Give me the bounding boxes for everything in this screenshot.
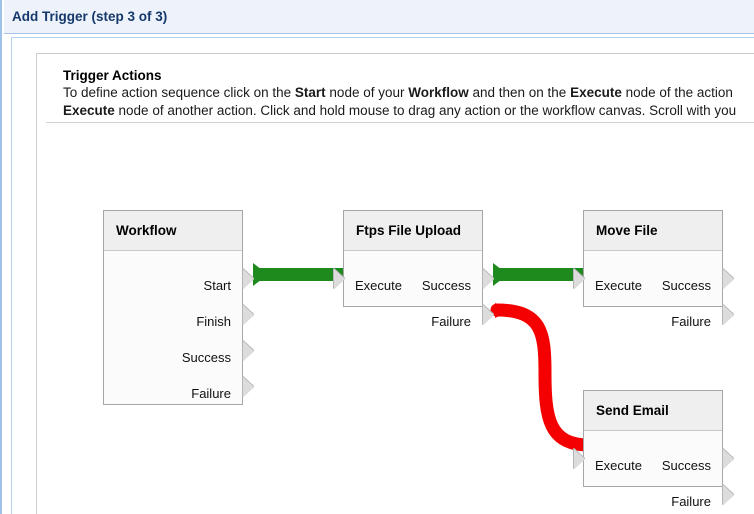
workflow-canvas[interactable]: Workflow Start Finish Success Failure Ft… xyxy=(37,123,754,514)
node-ftps-file-upload-port-success-label: Success xyxy=(421,278,471,293)
instructions-line1-workflow-keyword: Workflow xyxy=(408,85,469,100)
window-titlebar: Add Trigger (step 3 of 3) xyxy=(4,0,754,34)
node-send-email-port-failure[interactable] xyxy=(723,485,734,505)
trigger-actions-panel: Trigger Actions To define action sequenc… xyxy=(36,53,754,514)
link-ftps-success-to-move-file-execute xyxy=(493,263,583,286)
node-move-file-body: Execute Success Failure xyxy=(584,251,722,329)
node-move-file-port-failure[interactable] xyxy=(723,305,734,325)
node-move-file-port-failure-label: Failure xyxy=(671,314,711,329)
instructions-line1-part-e: and then on the xyxy=(468,85,571,100)
node-move-file-port-success-label: Success xyxy=(661,278,711,293)
node-ftps-file-upload-body: Execute Success Failure xyxy=(344,251,482,329)
node-move-file[interactable]: Move File Execute Success Failure xyxy=(574,210,734,329)
node-send-email-title: Send Email xyxy=(584,391,722,431)
node-move-file-port-execute-label: Execute xyxy=(595,278,642,293)
instructions-line-1: To define action sequence click on the S… xyxy=(63,84,754,102)
node-workflow-port-failure[interactable] xyxy=(243,377,254,397)
node-send-email-port-success[interactable] xyxy=(723,449,734,469)
instructions-line-2: Execute node of another action. Click an… xyxy=(63,102,754,120)
node-send-email[interactable]: Send Email Execute Success Failure xyxy=(574,390,734,509)
node-workflow-port-finish[interactable] xyxy=(243,305,254,325)
node-workflow-port-success-label: Success xyxy=(181,350,231,365)
instructions-line1-start-keyword: Start xyxy=(294,85,326,100)
node-send-email-port-execute-label: Execute xyxy=(595,458,642,473)
instructions-block: Trigger Actions To define action sequenc… xyxy=(63,67,754,120)
node-ftps-file-upload-title: Ftps File Upload xyxy=(344,211,482,251)
instructions-line1-part-g: node of the action xyxy=(621,85,733,100)
node-ftps-file-upload-port-execute-label: Execute xyxy=(355,278,402,293)
node-move-file-title: Move File xyxy=(584,211,722,251)
instructions-line2-execute-keyword: Execute xyxy=(63,103,115,118)
node-workflow[interactable]: Workflow Start Finish Success Failure xyxy=(103,210,254,405)
add-trigger-window: Add Trigger (step 3 of 3) Trigger Action… xyxy=(0,0,754,514)
node-workflow-title: Workflow xyxy=(104,211,242,251)
node-send-email-port-success-label: Success xyxy=(661,458,711,473)
node-ftps-file-upload-port-execute[interactable] xyxy=(334,269,345,289)
node-move-file-port-success[interactable] xyxy=(723,269,734,289)
node-ftps-file-upload-port-success[interactable] xyxy=(483,269,494,289)
node-ftps-file-upload-port-failure[interactable] xyxy=(483,305,494,325)
instructions-line1-part-c: node of your xyxy=(325,85,409,100)
instructions-line2-part-b: node of another action. Click and hold m… xyxy=(114,103,737,118)
link-start-to-ftps-execute xyxy=(253,263,343,286)
instructions-heading: Trigger Actions xyxy=(63,68,162,83)
node-workflow-port-start[interactable] xyxy=(243,269,254,289)
instructions-line1-part-a: To define action sequence click on the xyxy=(63,85,295,100)
node-ftps-file-upload[interactable]: Ftps File Upload Execute Success Failure xyxy=(334,210,494,329)
node-workflow-port-finish-label: Finish xyxy=(196,314,231,329)
link-ftps-failure-to-send-email-execute xyxy=(490,303,596,452)
node-send-email-port-failure-label: Failure xyxy=(671,494,711,509)
node-move-file-port-execute[interactable] xyxy=(574,269,585,289)
node-workflow-port-failure-label: Failure xyxy=(191,386,231,401)
node-workflow-body: Start Finish Success Failure xyxy=(104,251,242,404)
page-title: Add Trigger (step 3 of 3) xyxy=(12,9,168,24)
node-send-email-body: Execute Success Failure xyxy=(584,431,722,509)
node-ftps-file-upload-port-failure-label: Failure xyxy=(431,314,471,329)
node-send-email-port-execute[interactable] xyxy=(574,449,585,469)
instructions-line1-execute-keyword: Execute xyxy=(570,85,622,100)
content-frame: Trigger Actions To define action sequenc… xyxy=(11,37,754,514)
node-workflow-port-start-label: Start xyxy=(203,278,231,293)
node-workflow-port-success[interactable] xyxy=(243,341,254,361)
